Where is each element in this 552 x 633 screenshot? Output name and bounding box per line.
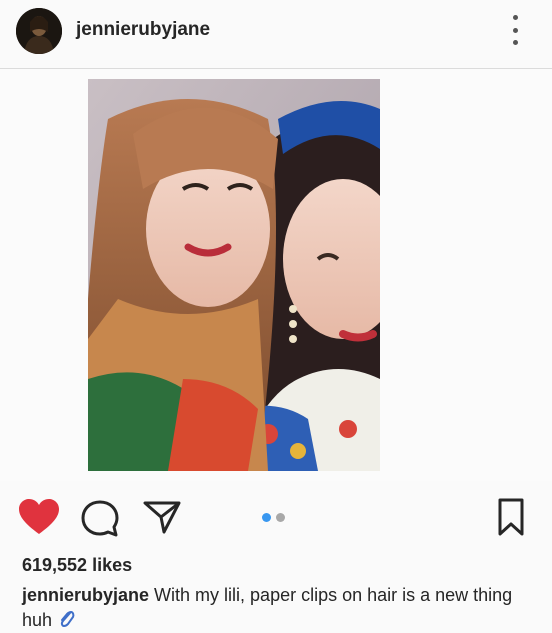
caption-username[interactable]: jennierubyjane xyxy=(22,585,149,605)
share-icon[interactable] xyxy=(142,499,182,535)
more-dot xyxy=(512,27,518,33)
more-dot xyxy=(512,15,518,20)
carousel-dot xyxy=(276,513,285,522)
avatar[interactable] xyxy=(16,8,62,54)
likes-count[interactable]: 619,552 likes xyxy=(22,555,132,576)
post-header: jennierubyjane xyxy=(0,0,552,69)
carousel-indicator xyxy=(262,513,292,523)
post-actions xyxy=(0,481,552,551)
paperclip-icon xyxy=(60,610,75,628)
post-caption: jennierubyjane With my lili, paper clips… xyxy=(22,583,532,633)
bookmark-icon[interactable] xyxy=(494,497,528,537)
heart-icon[interactable] xyxy=(18,498,60,536)
post-photo xyxy=(88,79,380,471)
more-options-icon[interactable] xyxy=(506,15,524,45)
post-media[interactable] xyxy=(0,69,552,481)
carousel-dot-active xyxy=(262,513,271,522)
post-username[interactable]: jennierubyjane xyxy=(76,19,210,41)
more-dot xyxy=(512,40,518,45)
comment-icon[interactable] xyxy=(80,499,120,537)
